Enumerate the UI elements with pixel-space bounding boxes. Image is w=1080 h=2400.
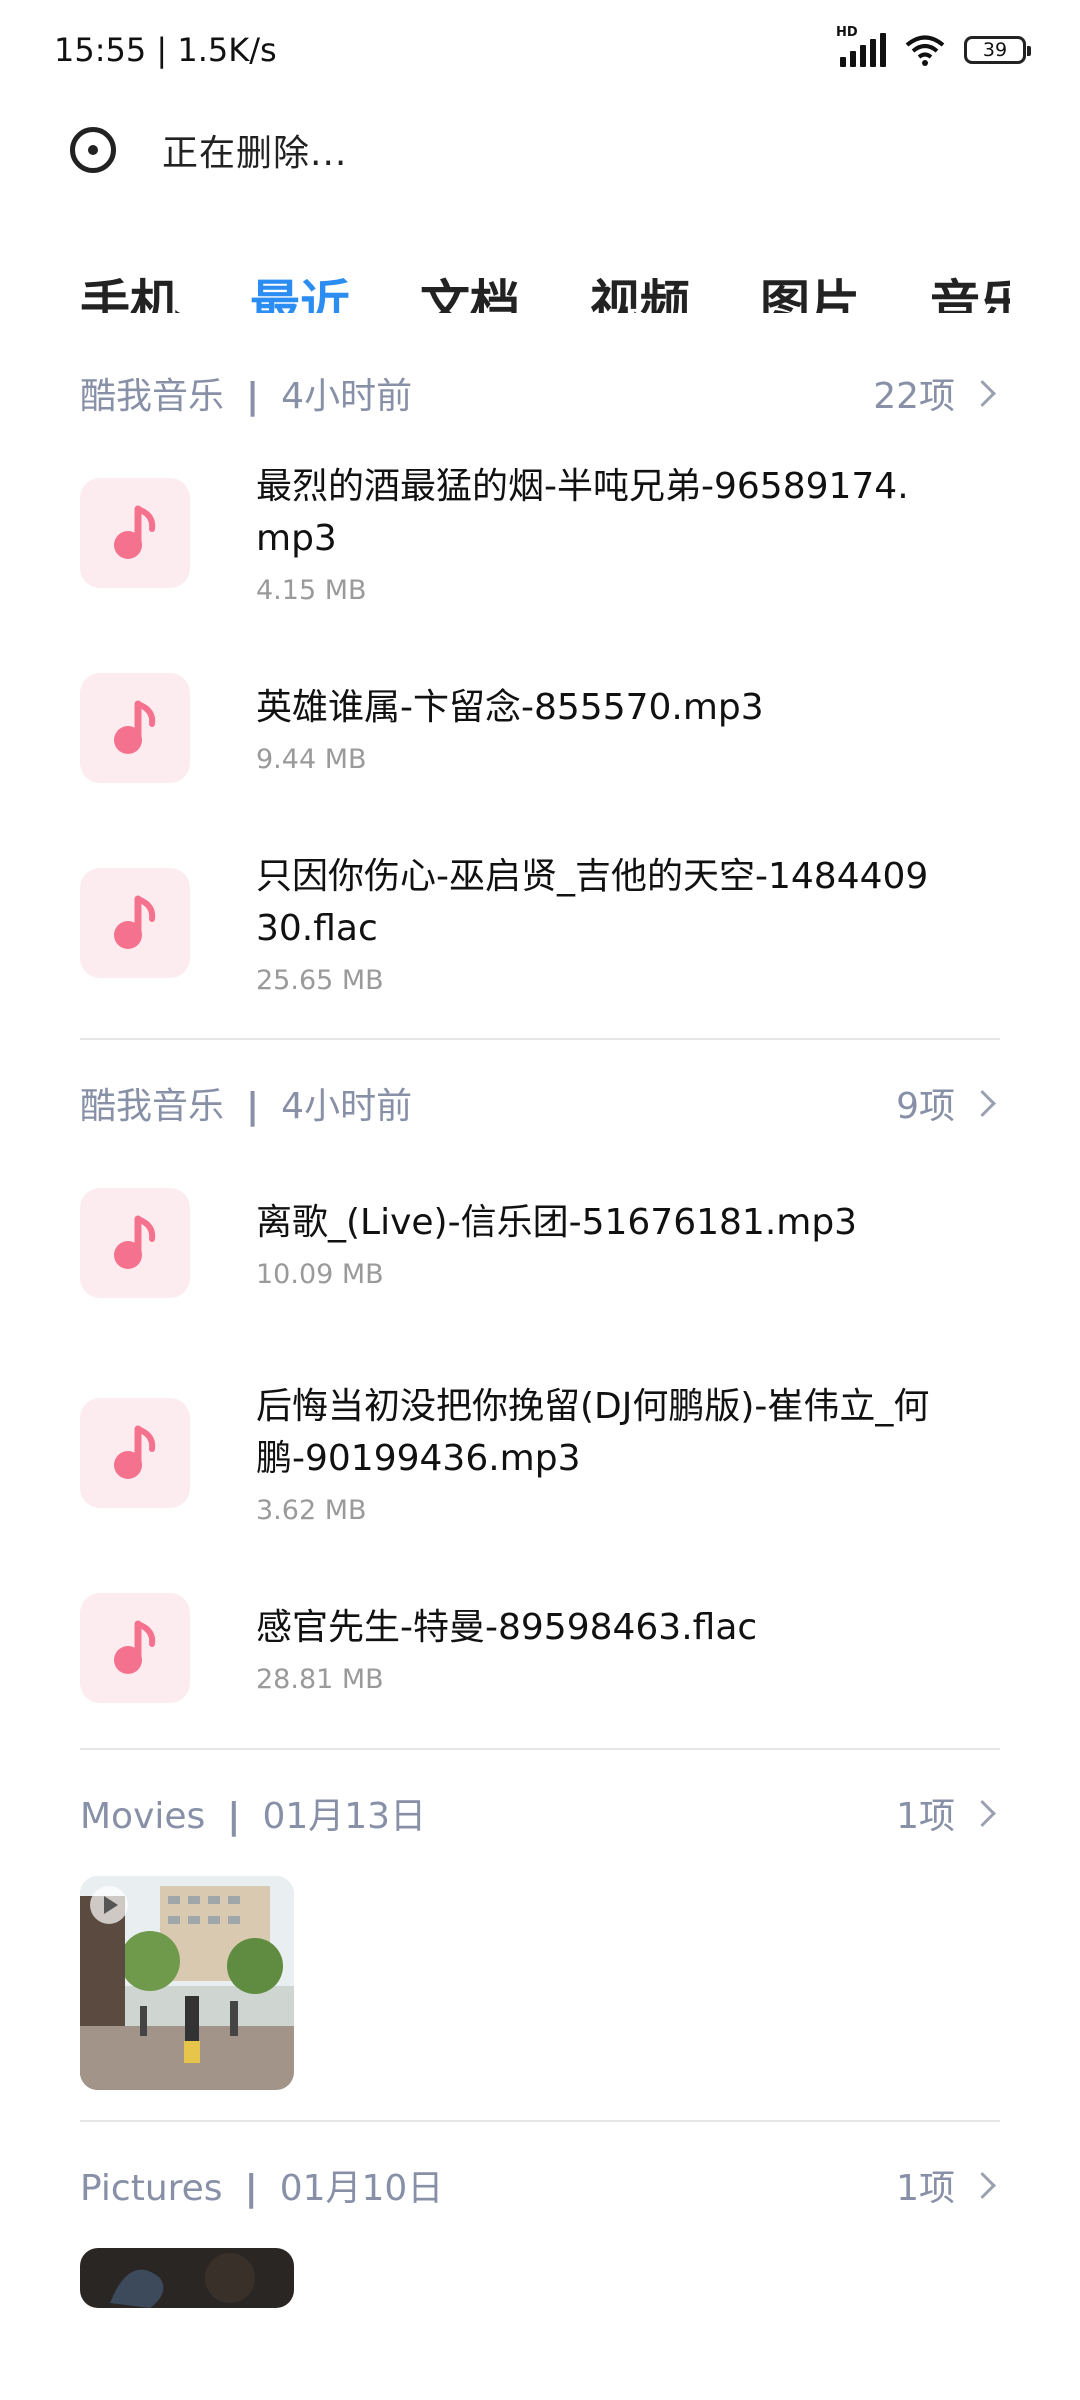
file-size: 28.81 MB (256, 1663, 384, 1695)
recent-files-list: 酷我音乐 | 4小时前 22项 最烈的酒最猛的烟-半吨兄弟-96589174.mp3… (80, 330, 1000, 2308)
group-header[interactable]: Movies | 01月13日 1项 (80, 1750, 1000, 1876)
play-icon (90, 1886, 128, 1924)
tab-documents[interactable]: 文档 (420, 264, 520, 313)
group-count: 9项 (896, 1086, 955, 1127)
file-size: 4.15 MB (256, 574, 367, 606)
chevron-right-icon (969, 379, 996, 407)
list-item[interactable]: 英雄谁属-卞留念-855570.mp3 9.44 MB (80, 658, 1000, 798)
hd-label: HD (836, 25, 858, 40)
tab-videos[interactable]: 视频 (590, 264, 690, 313)
chevron-right-icon (969, 1089, 996, 1117)
picture-thumbnail[interactable] (80, 2248, 294, 2308)
file-name: 只因你伤心-巫启贤_吉他的天空-148440930.flac (256, 855, 929, 949)
list-item[interactable]: 后悔当初没把你挽留(DJ何鹏版)-崔伟立_何鹏-90199436.mp3 3.6… (80, 1368, 1000, 1538)
tab-music[interactable]: 音乐 (930, 264, 1010, 313)
file-size: 25.65 MB (256, 964, 384, 996)
tab-pictures[interactable]: 图片 (760, 264, 860, 313)
status-bar: 15:55 | 1.5K/s HD 39 (0, 0, 1080, 100)
music-note-icon (80, 1188, 190, 1298)
file-size: 9.44 MB (256, 743, 367, 775)
group-time: 01月10日 (279, 2168, 444, 2209)
file-size: 10.09 MB (256, 1258, 384, 1290)
file-name: 最烈的酒最猛的烟-半吨兄弟-96589174.mp3 (256, 465, 909, 559)
file-size: 3.62 MB (256, 1494, 367, 1526)
file-name: 离歌_(Live)-信乐团-51676181.mp3 (256, 1201, 858, 1243)
music-note-icon (80, 478, 190, 588)
list-item[interactable]: 最烈的酒最猛的烟-半吨兄弟-96589174.mp3 4.15 MB (80, 448, 1000, 618)
group-source: 酷我音乐 (80, 1086, 225, 1127)
group-header[interactable]: Pictures | 01月10日 1项 (80, 2122, 1000, 2248)
music-note-icon (80, 868, 190, 978)
battery-icon: 39 (964, 36, 1031, 64)
deleting-progress-header: 正在删除... (70, 120, 347, 180)
loading-spinner-icon (70, 127, 116, 173)
music-note-icon (80, 1593, 190, 1703)
group-count: 22项 (873, 376, 955, 417)
video-thumbnail[interactable] (80, 1876, 294, 2090)
group-time: 4小时前 (281, 1086, 413, 1127)
group-header[interactable]: 酷我音乐 | 4小时前 22项 (80, 330, 1000, 456)
chevron-right-icon (969, 1799, 996, 1827)
wifi-icon (905, 35, 945, 66)
group-count: 1项 (896, 1796, 955, 1837)
list-item[interactable]: 感官先生-特曼-89598463.flac 28.81 MB (80, 1578, 1000, 1718)
music-note-icon (80, 1398, 190, 1508)
deleting-text: 正在删除... (162, 133, 348, 174)
status-time-speed: 15:55 | 1.5K/s (54, 31, 277, 69)
picture-thumbnail-image (80, 2248, 294, 2308)
group-count: 1项 (896, 2168, 955, 2209)
list-item[interactable]: 只因你伤心-巫启贤_吉他的天空-148440930.flac 25.65 MB (80, 838, 1000, 1008)
file-name: 英雄谁属-卞留念-855570.mp3 (256, 686, 764, 728)
list-item[interactable]: 离歌_(Live)-信乐团-51676181.mp3 10.09 MB (80, 1158, 1000, 1328)
file-name: 感官先生-特曼-89598463.flac (256, 1606, 758, 1648)
category-tabs: 手机 最近 文档 视频 图片 音乐 (80, 250, 1010, 313)
group-source: Movies (80, 1796, 206, 1837)
group-time: 4小时前 (281, 376, 413, 417)
chevron-right-icon (969, 2171, 996, 2199)
battery-level: 39 (982, 39, 1008, 61)
group-header[interactable]: 酷我音乐 | 4小时前 9项 (80, 1040, 1000, 1166)
group-source: 酷我音乐 (80, 376, 225, 417)
file-name: 后悔当初没把你挽留(DJ何鹏版)-崔伟立_何鹏-90199436.mp3 (256, 1385, 930, 1479)
group-source: Pictures (80, 2168, 223, 2209)
cellular-signal-icon: HD (836, 25, 886, 67)
group-time: 01月13日 (262, 1796, 427, 1837)
tab-phone[interactable]: 手机 (80, 264, 180, 313)
music-note-icon (80, 673, 190, 783)
tab-recent[interactable]: 最近 (250, 264, 350, 313)
